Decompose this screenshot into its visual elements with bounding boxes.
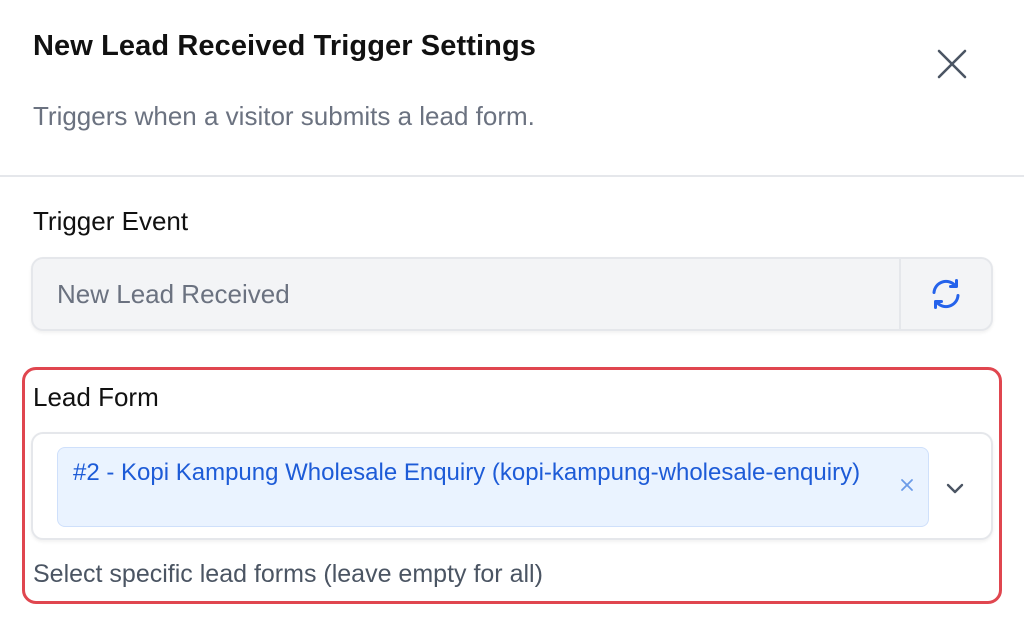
chevron-down-icon [946,483,964,494]
dialog-title: New Lead Received Trigger Settings [33,30,536,62]
trigger-event-label: Trigger Event [33,206,189,236]
lead-form-help-text: Select specific lead forms (leave empty … [33,560,543,588]
selected-lead-form-chip: #2 - Kopi Kampung Wholesale Enquiry (kop… [57,447,929,527]
lead-form-select[interactable]: #2 - Kopi Kampung Wholesale Enquiry (kop… [31,432,993,540]
refresh-icon [932,279,960,309]
trigger-event-input[interactable] [33,259,899,329]
dropdown-toggle[interactable] [943,476,967,500]
remove-lead-form-button[interactable] [896,474,918,496]
dialog-subtitle: Triggers when a visitor submits a lead f… [33,101,535,131]
trigger-event-field [31,257,993,331]
refresh-trigger-button[interactable] [899,259,991,329]
lead-form-label: Lead Form [33,382,159,412]
dialog-header: New Lead Received Trigger Settings Trigg… [0,0,1024,177]
close-button[interactable] [930,42,974,86]
x-icon [901,479,913,491]
selected-lead-form-text: #2 - Kopi Kampung Wholesale Enquiry (kop… [73,459,861,486]
close-icon [937,49,967,79]
